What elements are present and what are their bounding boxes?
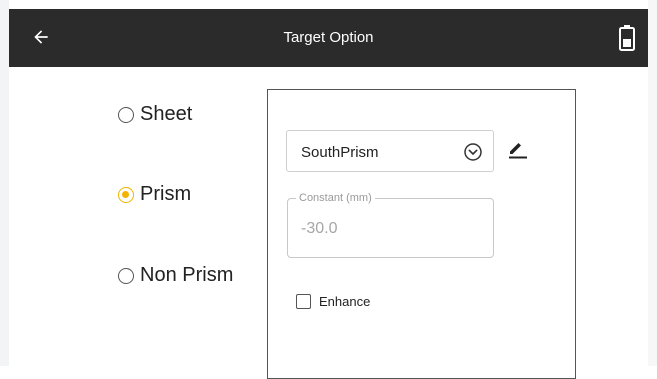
- radio-prism-label: Prism: [140, 183, 192, 205]
- constant-field[interactable]: Constant (mm) -30.0: [287, 192, 494, 258]
- constant-value: -30.0: [301, 220, 338, 237]
- enhance-checkbox-box: [296, 294, 311, 309]
- constant-label: Constant (mm): [296, 192, 375, 205]
- enhance-checkbox[interactable]: Enhance: [296, 294, 370, 309]
- left-margin: [0, 0, 9, 366]
- page-title: Target Option: [283, 29, 374, 46]
- radio-non-prism-label: Non Prism: [140, 264, 234, 286]
- prism-select[interactable]: SouthPrism: [286, 130, 494, 172]
- radio-non-prism-indicator: [118, 267, 134, 284]
- pencil-icon: [509, 143, 527, 159]
- radio-prism[interactable]: Prism: [118, 183, 191, 206]
- chevron-down-circle-icon: [464, 143, 482, 161]
- radio-non-prism[interactable]: Non Prism: [118, 264, 233, 287]
- prism-select-value: SouthPrism: [301, 144, 379, 161]
- radio-sheet[interactable]: Sheet: [118, 103, 192, 126]
- enhance-label: Enhance: [319, 294, 371, 309]
- edit-prism-button[interactable]: [506, 137, 530, 161]
- battery-icon: [619, 25, 635, 51]
- right-margin: [648, 0, 657, 366]
- app-bar: Target Option: [9, 9, 648, 67]
- radio-sheet-indicator: [118, 106, 134, 123]
- radio-prism-indicator: [118, 186, 134, 203]
- radio-sheet-label: Sheet: [140, 103, 193, 125]
